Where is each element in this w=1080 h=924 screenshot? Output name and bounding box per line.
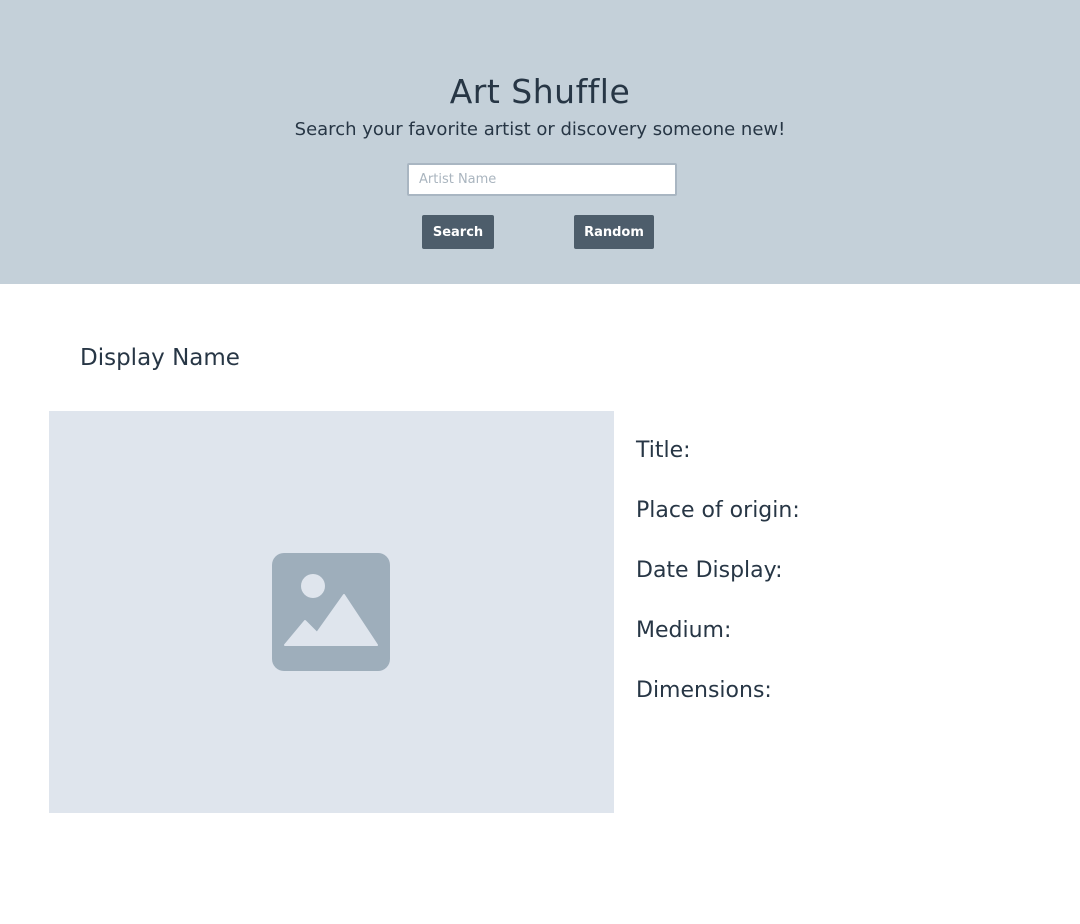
place-of-origin-label: Place of origin: [636, 498, 800, 523]
image-placeholder-icon [272, 553, 390, 671]
page-title: Art Shuffle [449, 72, 631, 111]
artwork-details: Title: Place of origin: Date Display: Me… [636, 434, 800, 734]
random-button[interactable]: Random [574, 215, 654, 249]
medium-label: Medium: [636, 618, 732, 643]
page-subtitle: Search your favorite artist or discovery… [294, 119, 786, 140]
search-button[interactable]: Search [422, 215, 494, 249]
date-display-label: Date Display: [636, 558, 783, 583]
title-label: Title: [636, 438, 691, 463]
hero-banner: Art Shuffle Search your favorite artist … [0, 0, 1080, 284]
dimensions-label: Dimensions: [636, 678, 772, 703]
artist-search-input[interactable] [407, 163, 677, 196]
artist-display-name: Display Name [80, 345, 240, 371]
